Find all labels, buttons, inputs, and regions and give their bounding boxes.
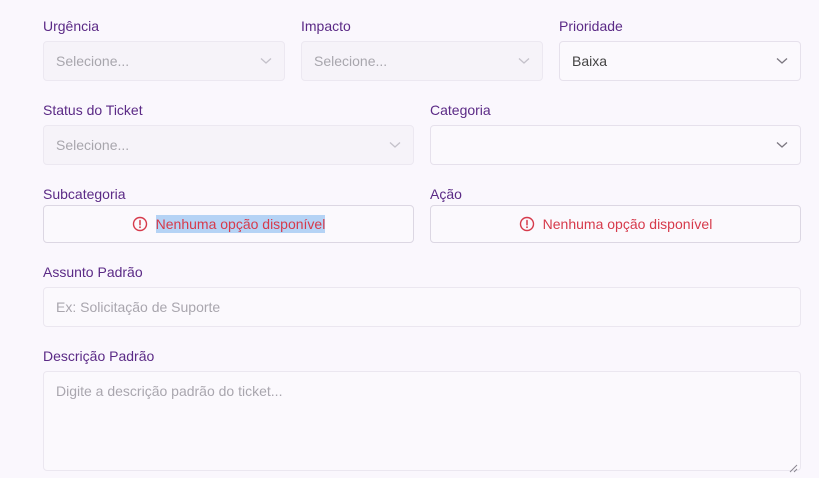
- alert-circle-icon: [132, 216, 148, 232]
- acao-empty-message: Nenhuma opção disponível: [542, 216, 713, 232]
- assunto-label: Assunto Padrão: [43, 264, 143, 280]
- status-value: Selecione...: [56, 137, 130, 153]
- chevron-down-icon: [518, 55, 530, 67]
- resize-handle-icon[interactable]: [789, 459, 798, 473]
- urgencia-label: Urgência: [43, 18, 100, 34]
- subcategoria-label: Subcategoria: [43, 186, 126, 202]
- assunto-placeholder: Ex: Solicitação de Suporte: [56, 299, 221, 315]
- categoria-select[interactable]: [430, 125, 801, 165]
- descricao-textarea[interactable]: Digite a descrição padrão do ticket...: [43, 371, 801, 473]
- impacto-select[interactable]: Selecione...: [301, 41, 543, 81]
- acao-label: Ação: [430, 186, 462, 202]
- prioridade-select[interactable]: Baixa: [559, 41, 801, 81]
- descricao-placeholder: Digite a descrição padrão do ticket...: [56, 383, 283, 399]
- subcategoria-empty-message: Nenhuma opção disponível: [155, 215, 326, 233]
- alert-circle-icon: [519, 216, 535, 232]
- chevron-down-icon: [260, 55, 272, 67]
- assunto-input[interactable]: Ex: Solicitação de Suporte: [43, 287, 801, 327]
- impacto-value: Selecione...: [314, 53, 388, 69]
- chevron-down-icon: [776, 55, 788, 67]
- chevron-down-icon: [776, 139, 788, 151]
- descricao-label: Descrição Padrão: [43, 348, 155, 364]
- acao-empty-state: Nenhuma opção disponível: [430, 205, 801, 243]
- urgencia-value: Selecione...: [56, 53, 130, 69]
- urgencia-select[interactable]: Selecione...: [43, 41, 285, 81]
- ticket-defaults-form: Urgência Selecione... Impacto Selecione.…: [0, 0, 819, 478]
- subcategoria-empty-state: Nenhuma opção disponível: [43, 205, 414, 243]
- categoria-label: Categoria: [430, 102, 491, 118]
- prioridade-label: Prioridade: [559, 18, 623, 34]
- impacto-label: Impacto: [301, 18, 351, 34]
- status-select[interactable]: Selecione...: [43, 125, 414, 165]
- chevron-down-icon: [389, 139, 401, 151]
- prioridade-value: Baixa: [572, 53, 608, 69]
- status-label: Status do Ticket: [43, 102, 143, 118]
